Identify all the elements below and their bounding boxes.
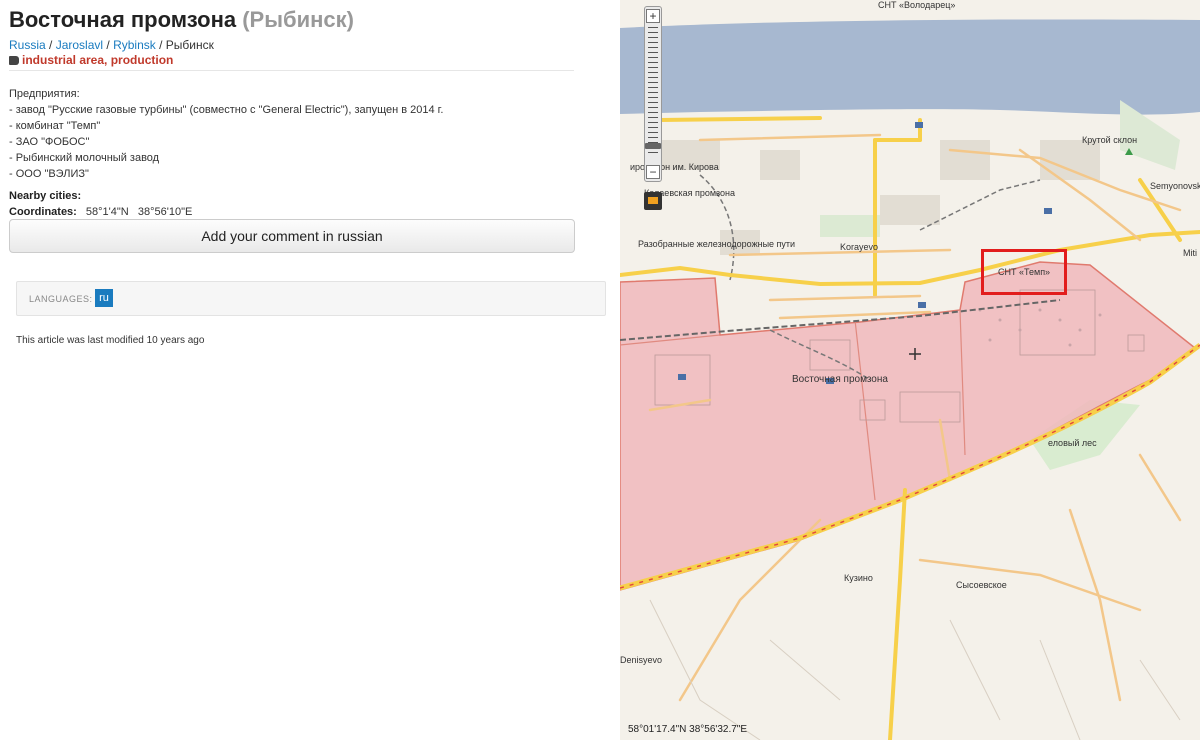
tag-industrial-area[interactable]: industrial area — [22, 53, 104, 67]
map-label: еловый лес — [1048, 438, 1097, 448]
last-modified-note: This article was last modified 10 years … — [16, 335, 205, 346]
layers-button[interactable] — [644, 192, 662, 210]
map-label: Восточная промзона — [792, 374, 888, 385]
map-label: Кузино — [844, 573, 873, 583]
page-title: Восточная промзона (Рыбинск) — [9, 7, 354, 33]
highlight-box — [981, 249, 1067, 295]
map-label: Разобранные железнодорожные пути — [638, 239, 796, 249]
map-label: СНТ «Володарец» — [878, 0, 956, 10]
description-line: - ООО "ВЭЛИЗ" — [9, 168, 89, 180]
zoom-control[interactable]: + − — [644, 6, 662, 182]
river — [620, 19, 1200, 115]
article-panel: Восточная промзона (Рыбинск) Russia / Ja… — [0, 0, 620, 740]
divider — [9, 70, 574, 71]
map-label: Korayevo — [840, 242, 879, 252]
description-line: - ЗАО "ФОБОС" — [9, 136, 90, 148]
breadcrumb-rybinsk[interactable]: Rybinsk — [113, 38, 156, 52]
breadcrumb-russia[interactable]: Russia — [9, 38, 46, 52]
title-main: Восточная промзона — [9, 7, 237, 32]
breadcrumb-jaroslavl[interactable]: Jaroslavl — [56, 38, 103, 52]
zoom-slider-handle[interactable] — [645, 143, 661, 149]
language-ru-link[interactable]: ru — [95, 289, 113, 307]
title-city: (Рыбинск) — [242, 7, 354, 32]
languages-box: LANGUAGES: ru — [16, 281, 606, 316]
zoom-out-button[interactable]: − — [646, 165, 660, 179]
tag-production[interactable]: production — [111, 53, 174, 67]
nearby-cities-label: Nearby cities: — [9, 190, 82, 202]
map-view[interactable]: СНТ «Володарец» Крутой склон Semyonovsko… — [620, 0, 1200, 740]
description-line: - комбинат "Темп" — [9, 120, 101, 132]
map-label: Miti — [1183, 248, 1197, 258]
description-line: - Рыбинский молочный завод — [9, 152, 160, 164]
coordinates-label: Coordinates: — [9, 206, 77, 218]
map-canvas[interactable] — [620, 0, 1200, 740]
category-tags: industrial area, production — [9, 53, 173, 67]
breadcrumb-current: Рыбинск — [165, 38, 214, 52]
tag-icon — [9, 56, 19, 65]
coordinates: Coordinates: 58°1'4"N 38°56'10"E — [9, 206, 192, 218]
map-label: Denisyevo — [620, 655, 663, 665]
map-label: Semyonovsko — [1150, 181, 1200, 191]
description-line: Предприятия: — [9, 88, 80, 100]
description-line: - завод "Русские газовые турбины" (совме… — [9, 104, 444, 116]
breadcrumb: Russia / Jaroslavl / Rybinsk / Рыбинск — [9, 38, 214, 52]
add-comment-button[interactable]: Add your comment in russian — [9, 219, 575, 253]
coordinates-value: 58°1'4"N 38°56'10"E — [85, 206, 193, 218]
description: Предприятия: - завод "Русские газовые ту… — [9, 86, 443, 182]
zoom-in-button[interactable]: + — [646, 9, 660, 23]
map-label: Сысоевское — [956, 580, 1007, 590]
map-label: Крутой склон — [1082, 135, 1138, 145]
languages-label: LANGUAGES: — [29, 294, 93, 304]
layers-icon — [648, 197, 658, 204]
zoom-slider-track[interactable] — [648, 27, 658, 157]
cursor-coordinates: 58°01'17.4"N 38°56'32.7"E — [628, 724, 748, 735]
